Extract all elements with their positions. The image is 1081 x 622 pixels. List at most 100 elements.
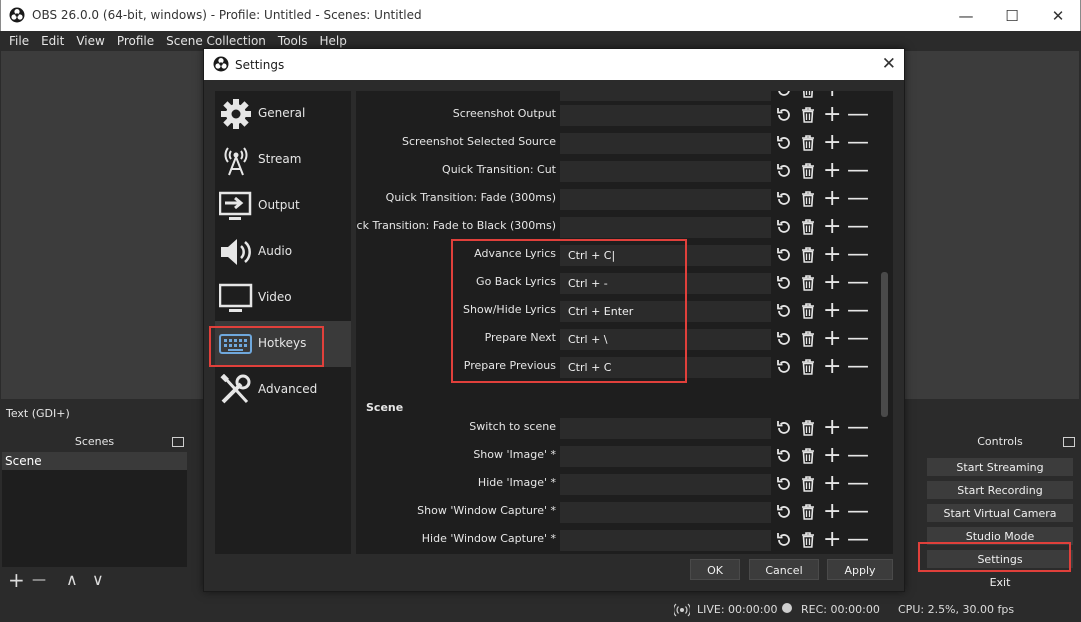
add-binding-button[interactable]: + — [823, 188, 841, 210]
undock-icon[interactable] — [1063, 437, 1075, 447]
menu-profile[interactable]: Profile — [111, 31, 160, 51]
minimize-button[interactable]: — — [943, 0, 989, 31]
revert-icon[interactable] — [775, 190, 793, 208]
scene-list-item[interactable]: Scene — [2, 452, 187, 470]
ok-button[interactable]: OK — [690, 559, 740, 580]
remove-binding-button[interactable]: — — [847, 188, 869, 210]
trash-icon[interactable] — [799, 447, 817, 465]
move-scene-up-button[interactable]: ∧ — [66, 570, 78, 589]
revert-icon[interactable] — [775, 358, 793, 376]
apply-button[interactable]: Apply — [827, 559, 893, 580]
remove-binding-button[interactable]: — — [847, 160, 869, 182]
add-binding-button[interactable]: + — [823, 216, 841, 238]
trash-icon[interactable] — [799, 162, 817, 180]
revert-icon[interactable] — [775, 419, 793, 437]
hotkey-input[interactable] — [560, 530, 771, 551]
trash-icon[interactable] — [799, 134, 817, 152]
trash-icon[interactable] — [799, 475, 817, 493]
start-recording-button[interactable]: Start Recording — [926, 480, 1074, 500]
add-binding-button[interactable]: + — [823, 300, 841, 322]
trash-icon[interactable] — [799, 330, 817, 348]
menu-edit[interactable]: Edit — [35, 31, 70, 51]
hotkey-input[interactable] — [560, 474, 771, 495]
revert-icon[interactable] — [775, 246, 793, 264]
remove-binding-button[interactable]: — — [847, 244, 869, 266]
menu-file[interactable]: File — [3, 31, 35, 51]
hotkey-input[interactable] — [560, 91, 771, 101]
revert-icon[interactable] — [775, 503, 793, 521]
remove-binding-button[interactable]: — — [847, 300, 869, 322]
hotkey-input[interactable] — [560, 105, 771, 126]
add-scene-button[interactable]: + — [8, 568, 25, 592]
add-binding-button[interactable]: + — [823, 104, 841, 126]
category-stream[interactable]: Stream — [215, 137, 351, 183]
undock-icon[interactable] — [172, 437, 184, 447]
cancel-button[interactable]: Cancel — [749, 559, 819, 580]
remove-binding-button[interactable]: — — [847, 473, 869, 495]
revert-icon[interactable] — [775, 218, 793, 236]
revert-icon[interactable] — [775, 91, 793, 99]
trash-icon[interactable] — [799, 218, 817, 236]
close-button[interactable]: ✕ — [1035, 0, 1081, 31]
revert-icon[interactable] — [775, 106, 793, 124]
add-binding-button[interactable]: + — [823, 501, 841, 523]
start-virtual-camera-button[interactable]: Start Virtual Camera — [926, 503, 1074, 523]
start-streaming-button[interactable]: Start Streaming — [926, 457, 1074, 477]
menu-view[interactable]: View — [70, 31, 110, 51]
add-binding-button[interactable]: + — [823, 244, 841, 266]
revert-icon[interactable] — [775, 447, 793, 465]
remove-binding-button[interactable]: — — [847, 91, 869, 101]
trash-icon[interactable] — [799, 274, 817, 292]
scrollbar-thumb[interactable] — [881, 272, 888, 417]
category-general[interactable]: General — [215, 91, 351, 137]
revert-icon[interactable] — [775, 302, 793, 320]
category-advanced[interactable]: Advanced — [215, 367, 351, 413]
add-binding-button[interactable]: + — [823, 529, 841, 551]
trash-icon[interactable] — [799, 106, 817, 124]
settings-close-button[interactable]: ✕ — [882, 54, 896, 74]
exit-button[interactable]: Exit — [926, 572, 1074, 592]
remove-binding-button[interactable]: — — [847, 328, 869, 350]
hotkey-input[interactable] — [560, 446, 771, 467]
remove-binding-button[interactable]: — — [847, 445, 869, 467]
revert-icon[interactable] — [775, 162, 793, 180]
maximize-button[interactable]: ☐ — [989, 0, 1035, 31]
revert-icon[interactable] — [775, 134, 793, 152]
revert-icon[interactable] — [775, 274, 793, 292]
remove-binding-button[interactable]: — — [847, 501, 869, 523]
trash-icon[interactable] — [799, 531, 817, 549]
trash-icon[interactable] — [799, 246, 817, 264]
category-audio[interactable]: Audio — [215, 229, 351, 275]
trash-icon[interactable] — [799, 91, 817, 99]
hotkey-input[interactable] — [560, 217, 771, 238]
revert-icon[interactable] — [775, 475, 793, 493]
remove-binding-button[interactable]: — — [847, 216, 869, 238]
revert-icon[interactable] — [775, 531, 793, 549]
trash-icon[interactable] — [799, 190, 817, 208]
remove-binding-button[interactable]: — — [847, 132, 869, 154]
hotkey-input[interactable] — [560, 189, 771, 210]
add-binding-button[interactable]: + — [823, 132, 841, 154]
add-binding-button[interactable]: + — [823, 91, 841, 101]
move-scene-down-button[interactable]: ∨ — [92, 570, 104, 589]
add-binding-button[interactable]: + — [823, 356, 841, 378]
add-binding-button[interactable]: + — [823, 272, 841, 294]
remove-binding-button[interactable]: — — [847, 272, 869, 294]
trash-icon[interactable] — [799, 302, 817, 320]
add-binding-button[interactable]: + — [823, 160, 841, 182]
revert-icon[interactable] — [775, 330, 793, 348]
add-binding-button[interactable]: + — [823, 328, 841, 350]
hotkey-input[interactable] — [560, 161, 771, 182]
category-video[interactable]: Video — [215, 275, 351, 321]
trash-icon[interactable] — [799, 419, 817, 437]
add-binding-button[interactable]: + — [823, 417, 841, 439]
remove-binding-button[interactable]: — — [847, 356, 869, 378]
remove-binding-button[interactable]: — — [847, 417, 869, 439]
hotkey-input[interactable] — [560, 502, 771, 523]
trash-icon[interactable] — [799, 358, 817, 376]
category-output[interactable]: Output — [215, 183, 351, 229]
remove-binding-button[interactable]: — — [847, 529, 869, 551]
remove-binding-button[interactable]: — — [847, 104, 869, 126]
remove-scene-button[interactable]: — — [32, 572, 46, 588]
trash-icon[interactable] — [799, 503, 817, 521]
